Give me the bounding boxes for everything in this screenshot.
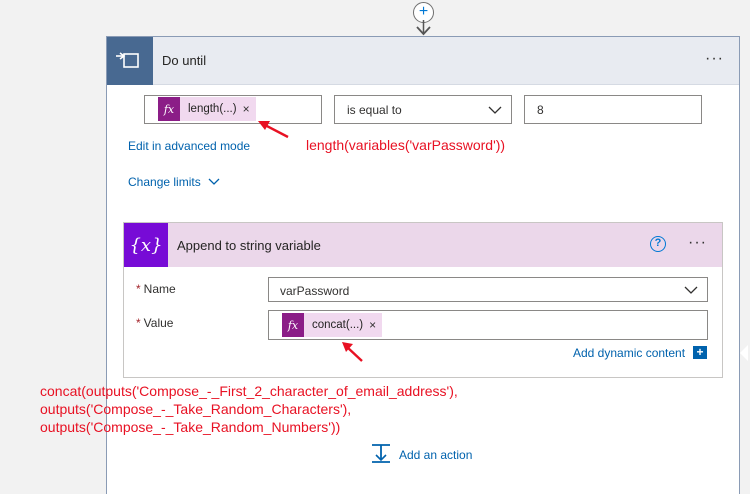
condition-operator-select[interactable]: is equal to [334,95,512,124]
variable-name-value: varPassword [280,284,350,298]
token-label: concat(...) [312,319,364,331]
annotation-arrow-icon [342,342,363,362]
fx-icon: fx [158,97,180,121]
do-until-title: Do until [162,53,207,68]
concat-annotation-line3: outputs('Compose_-_Take_Random_Numbers')… [40,419,341,435]
condition-right-field[interactable]: 8 [524,95,702,124]
do-until-header[interactable]: Do until ··· [107,37,739,85]
append-card-header[interactable]: {x} Append to string variable ? ··· [124,223,722,267]
value-field[interactable]: fx concat(...) × [268,310,708,340]
remove-token-icon[interactable]: × [243,102,256,116]
add-dynamic-content-link[interactable]: Add dynamic content [573,346,685,360]
name-field-label: * Name [136,282,176,296]
fx-icon: fx [282,313,304,337]
concat-annotation-line2: outputs('Compose_-_Take_Random_Character… [40,401,352,417]
token-label: length(...) [188,103,237,115]
chevron-down-icon [488,106,502,114]
help-icon[interactable]: ? [650,236,666,252]
append-card-menu-button[interactable]: ··· [688,234,707,252]
value-field-label: * Value [136,316,174,330]
variable-name-select[interactable]: varPassword [268,277,708,302]
concat-annotation-line1: concat(outputs('Compose_-_First_2_charac… [40,383,458,399]
connector-arrow-icon [416,20,431,36]
side-panel-notch [740,345,748,361]
variable-icon: {x} [124,223,168,267]
add-an-action-link[interactable]: Add an action [399,448,472,462]
right-value: 8 [537,103,544,117]
chevron-down-icon [208,178,220,185]
condition-left-field[interactable]: fx length(...) × [144,95,322,124]
operator-value: is equal to [347,103,402,117]
chevron-down-icon [684,286,698,294]
length-expression-token[interactable]: fx length(...) × [158,97,256,121]
add-dynamic-plus-icon[interactable]: + [693,346,707,359]
add-action-icon[interactable] [371,443,391,463]
concat-expression-token[interactable]: fx concat(...) × [282,313,383,337]
loop-icon [107,37,153,85]
length-expression-annotation: length(variables('varPassword')) [306,137,506,153]
annotation-arrow-icon [258,121,289,139]
remove-token-icon[interactable]: × [369,318,382,332]
append-card-title: Append to string variable [177,238,321,253]
edit-advanced-mode-link[interactable]: Edit in advanced mode [128,139,250,153]
do-until-menu-button[interactable]: ··· [705,50,724,68]
change-limits-link[interactable]: Change limits [128,175,201,189]
